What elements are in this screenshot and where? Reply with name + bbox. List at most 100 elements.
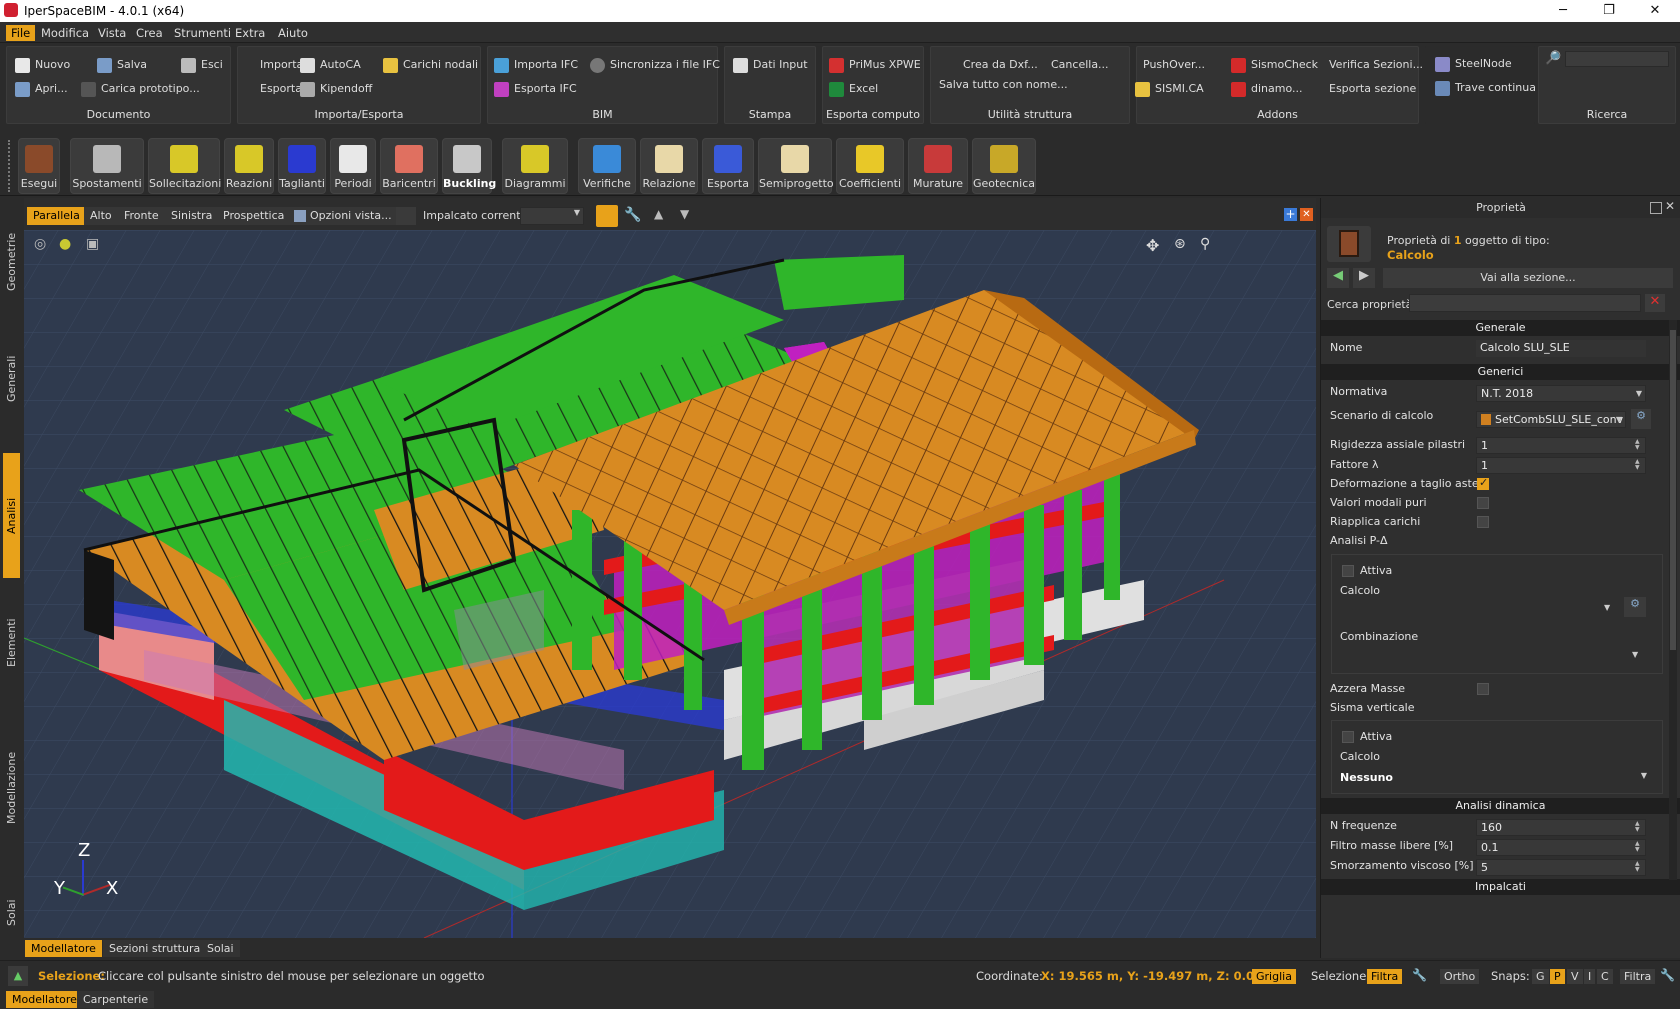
- close-view-icon[interactable]: ✕: [1300, 208, 1313, 221]
- scrollbar-thumb[interactable]: [1670, 330, 1676, 650]
- float-panel-icon[interactable]: [1650, 202, 1662, 214]
- menu-modifica[interactable]: Modifica: [36, 25, 94, 41]
- dati-input-button[interactable]: Dati Input: [731, 55, 808, 75]
- wrench-icon[interactable]: 🔧: [624, 207, 642, 225]
- sisma-attiva-checkbox[interactable]: [1342, 731, 1354, 743]
- tool-baricentri-button[interactable]: Baricentri: [380, 138, 438, 194]
- pdelta-attiva-checkbox[interactable]: [1342, 565, 1354, 577]
- sisma-calcolo-select[interactable]: Nessuno ▼: [1340, 771, 1650, 784]
- side-tab-geometrie[interactable]: Geometrie: [3, 206, 20, 318]
- tool-geotecnica-button[interactable]: Geotecnica: [972, 138, 1036, 194]
- tool-verifiche-button[interactable]: Verifiche: [578, 138, 636, 194]
- clear-search-icon[interactable]: ✕: [1645, 294, 1665, 312]
- pan-icon[interactable]: ✥: [1146, 236, 1164, 255]
- section-impalcati[interactable]: Impalcati: [1321, 879, 1680, 895]
- carica-prototipo-button[interactable]: Carica prototipo...: [79, 79, 200, 99]
- azzera-masse-checkbox[interactable]: [1477, 683, 1489, 695]
- snap-c-toggle[interactable]: C: [1597, 969, 1613, 984]
- tab-sezioni-strutturali[interactable]: Sezioni strutturali: [103, 940, 213, 957]
- forward-icon[interactable]: ▶: [1353, 268, 1375, 288]
- frequenze-field[interactable]: 160 ▲ ▼: [1476, 819, 1646, 836]
- close-button[interactable]: ✕: [1632, 0, 1678, 22]
- normativa-select[interactable]: N.T. 2018 ▼: [1476, 385, 1646, 402]
- snap-g-toggle[interactable]: G: [1532, 969, 1549, 984]
- tool-taglianti-button[interactable]: Taglianti: [278, 138, 326, 194]
- deformazione-checkbox[interactable]: [1477, 476, 1489, 490]
- tool-buckling-button[interactable]: Buckling: [442, 138, 496, 194]
- view-tab-prospettica[interactable]: Prospettica: [217, 207, 291, 225]
- snap-i-toggle[interactable]: I: [1584, 969, 1596, 984]
- tool-spostamenti-button[interactable]: Spostamenti: [70, 138, 144, 194]
- smorzamento-field[interactable]: 5 ▲ ▼: [1476, 859, 1646, 876]
- lock-icon[interactable]: [596, 205, 618, 227]
- rigidezza-field[interactable]: 1 ▲ ▼: [1476, 437, 1646, 454]
- scenario-settings-icon[interactable]: ⚙: [1631, 409, 1651, 429]
- menu-strumenti[interactable]: Strumenti: [169, 25, 236, 41]
- steelnode-button[interactable]: SteelNode: [1433, 54, 1512, 74]
- crea-da-dxf-button[interactable]: Crea da Dxf...: [941, 55, 1038, 75]
- add-view-icon[interactable]: +: [1284, 208, 1297, 221]
- spin-icon[interactable]: ▲ ▼: [1635, 861, 1643, 873]
- search-input[interactable]: [1565, 51, 1669, 67]
- tool-esporta-button[interactable]: Esporta: [702, 138, 754, 194]
- filtra-toggle[interactable]: Filtra: [1367, 969, 1403, 984]
- menu-vista[interactable]: Vista: [93, 25, 131, 41]
- importa-ifc-button[interactable]: Importa IFC: [492, 55, 578, 75]
- snap-p-toggle[interactable]: P: [1550, 969, 1565, 984]
- sincronizza-ifc-button[interactable]: Sincronizza i file IFC: [588, 55, 720, 75]
- menu-extra[interactable]: Extra: [230, 25, 270, 41]
- nuovo-button[interactable]: Nuovo: [13, 55, 70, 75]
- scenario-select[interactable]: SetCombSLU_SLE_conv ▼: [1476, 411, 1626, 428]
- menu-crea[interactable]: Crea: [131, 25, 168, 41]
- filtro-field[interactable]: 0.1 ▲ ▼: [1476, 839, 1646, 856]
- ortho-toggle[interactable]: Ortho: [1440, 969, 1480, 984]
- snap-settings-icon[interactable]: 🔧: [1660, 968, 1676, 984]
- tool-diagrammi-button[interactable]: Diagrammi: [502, 138, 568, 194]
- chevron-down-icon[interactable]: ▼: [1604, 603, 1610, 612]
- tool-murature-button[interactable]: Murature: [908, 138, 968, 194]
- verifica-sezioni-button[interactable]: Verifica Sezioni...: [1307, 55, 1423, 75]
- view-tab-sinistra[interactable]: Sinistra: [165, 207, 219, 225]
- snap-filtra-toggle[interactable]: Filtra: [1620, 969, 1656, 984]
- salva-con-nome-button[interactable]: Salva tutto con nome...: [917, 75, 1068, 95]
- sismocheck-button[interactable]: SismoCheck: [1229, 55, 1318, 75]
- view-tab-parallela[interactable]: Parallela: [27, 207, 86, 225]
- excel-button[interactable]: Excel: [827, 79, 878, 99]
- nome-field[interactable]: Calcolo SLU_SLE: [1476, 340, 1646, 357]
- side-tab-generali[interactable]: Generali: [3, 323, 20, 435]
- griglia-toggle[interactable]: Griglia: [1252, 969, 1296, 984]
- spin-icon[interactable]: ▲ ▼: [1635, 841, 1643, 853]
- selection-mode-icon[interactable]: ▲: [8, 966, 28, 986]
- chevron-down-icon[interactable]: ▼: [1632, 650, 1638, 659]
- page-tab-carpenterie[interactable]: Carpenterie: [77, 991, 155, 1008]
- tool-periodi-button[interactable]: Periodi: [330, 138, 376, 194]
- zoom-tool-icon[interactable]: ⚲: [1200, 236, 1218, 254]
- section-generici[interactable]: Generici: [1321, 364, 1680, 380]
- floor-up-icon[interactable]: ▲: [654, 207, 663, 221]
- zoom-icon[interactable]: ●: [59, 236, 77, 254]
- spin-icon[interactable]: ▲ ▼: [1635, 821, 1643, 833]
- autocad-button[interactable]: AutoCA: [298, 55, 361, 75]
- side-tab-elementi[interactable]: Elementi: [3, 583, 20, 703]
- tool-sollecitazioni-button[interactable]: Sollecitazioni: [148, 138, 221, 194]
- opzioni-vista-button[interactable]: Opzioni vista...: [290, 207, 398, 225]
- restore-button[interactable]: ❐: [1586, 0, 1632, 22]
- tool-relazione-button[interactable]: Relazione: [640, 138, 698, 194]
- esporta-sezione-button[interactable]: Esporta sezione: [1307, 79, 1416, 99]
- side-tab-solai[interactable]: Solai: [3, 873, 20, 953]
- vai-alla-sezione-button[interactable]: Vai alla sezione...: [1383, 268, 1673, 288]
- esporta-ifc-button[interactable]: Esporta IFC: [492, 79, 577, 99]
- spin-icon[interactable]: ▲ ▼: [1635, 439, 1643, 451]
- minimize-button[interactable]: ─: [1540, 0, 1586, 22]
- pushover-button[interactable]: PushOver...: [1121, 55, 1205, 75]
- view-tab-fronte[interactable]: Fronte: [118, 207, 165, 225]
- view-tab-alto[interactable]: Alto: [84, 207, 118, 225]
- snap-v-toggle[interactable]: V: [1567, 969, 1583, 984]
- sismica-button[interactable]: SISMI.CA: [1133, 79, 1204, 99]
- properties-scrollbar[interactable]: [1669, 320, 1677, 880]
- search-properties-input[interactable]: [1409, 294, 1641, 312]
- carichi-nodali-button[interactable]: Carichi nodali: [381, 55, 478, 75]
- trave-continua-button[interactable]: Trave continua: [1433, 78, 1536, 98]
- tab-modellatore[interactable]: Modellatore: [25, 940, 102, 957]
- toolbar-grip[interactable]: [8, 140, 11, 192]
